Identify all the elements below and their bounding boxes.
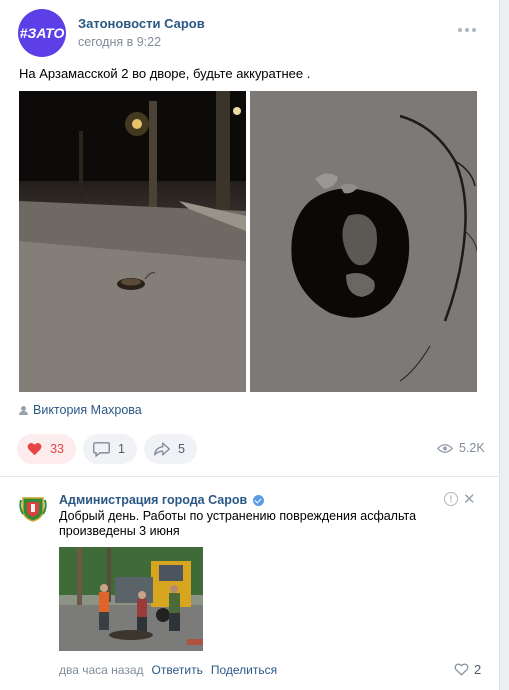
close-glyph: ✕ <box>463 491 476 508</box>
signer-name: Виктория Махрова <box>33 403 142 417</box>
post-time[interactable]: сегодня в 9:22 <box>78 35 161 49</box>
report-glyph: ! <box>449 494 453 504</box>
like-count: 33 <box>50 442 64 456</box>
comment-author-name: Администрация города Саров <box>59 493 248 507</box>
post-photo-street[interactable] <box>19 91 246 392</box>
comment-time[interactable]: два часа назад <box>59 663 144 677</box>
comment-icon <box>93 442 110 457</box>
heart-outline-icon <box>454 663 469 676</box>
roadworks-photo-drawing <box>59 547 203 651</box>
post-card: #ЗАТО Затоновости Саров сегодня в 9:22 Н… <box>0 0 500 690</box>
post-photo-hole[interactable] <box>250 91 477 392</box>
more-options-icon[interactable] <box>458 28 476 34</box>
verified-icon <box>253 494 265 506</box>
post-signer[interactable]: Виктория Махрова <box>19 403 142 417</box>
post-text: На Арзамасской 2 во дворе, будьте аккура… <box>19 66 311 81</box>
comment-text: Добрый день. Работы по устранению повреж… <box>59 509 417 538</box>
share-button[interactable]: 5 <box>144 434 197 464</box>
comment-count: 1 <box>118 442 125 456</box>
post-author[interactable]: Затоновости Саров <box>78 16 205 31</box>
comment-like-button[interactable]: 2 <box>454 662 481 677</box>
group-avatar[interactable]: #ЗАТО <box>18 9 66 57</box>
close-icon[interactable]: ✕ <box>463 490 476 508</box>
comment-photo-roadworks[interactable] <box>59 547 203 651</box>
comments-divider <box>0 476 500 477</box>
hole-photo-drawing <box>250 91 477 392</box>
city-emblem-avatar[interactable] <box>19 494 47 522</box>
comment-like-count: 2 <box>474 662 482 677</box>
view-count: 5.2K <box>459 441 485 455</box>
person-icon <box>19 405 28 415</box>
street-photo-drawing <box>19 91 246 392</box>
views-counter: 5.2K <box>437 441 485 455</box>
group-avatar-text: #ЗАТО <box>19 25 65 41</box>
comment-author[interactable]: Администрация города Саров <box>59 493 265 507</box>
eye-icon <box>437 443 453 453</box>
share-icon <box>154 442 170 456</box>
share-link[interactable]: Поделиться <box>211 663 277 677</box>
like-button[interactable]: 33 <box>17 434 76 464</box>
report-icon[interactable]: ! <box>444 492 458 506</box>
heart-icon <box>27 443 42 456</box>
share-count: 5 <box>178 442 185 456</box>
comment-actions: два часа назад Ответить Поделиться <box>59 663 277 677</box>
reply-link[interactable]: Ответить <box>152 663 203 677</box>
comment-button[interactable]: 1 <box>83 434 137 464</box>
